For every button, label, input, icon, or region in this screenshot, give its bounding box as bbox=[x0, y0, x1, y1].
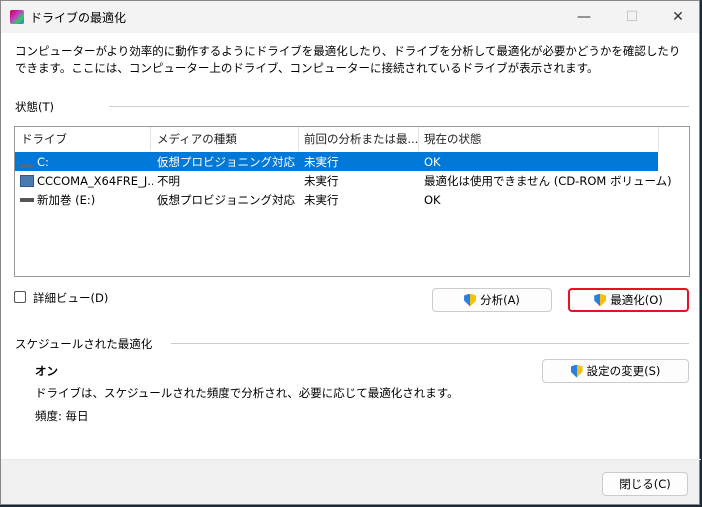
title-bar: ドライブの最適化 — ☐ ✕ bbox=[1, 1, 699, 33]
column-media[interactable]: メディアの種類 bbox=[157, 131, 237, 147]
schedule-state: オン bbox=[35, 364, 58, 378]
disk-drive-icon bbox=[20, 198, 34, 202]
close-button[interactable]: 閉じる(C) bbox=[602, 472, 688, 496]
drive-list[interactable]: ドライブ メディアの種類 前回の分析または最... 現在の状態 C: 仮想プロビ… bbox=[14, 126, 690, 277]
shield-icon bbox=[464, 293, 477, 307]
status-label: 状態(T) bbox=[15, 100, 54, 114]
system-drive-icon bbox=[20, 155, 34, 168]
list-header: ドライブ メディアの種類 前回の分析または最... 現在の状態 bbox=[15, 127, 689, 151]
maximize-button[interactable]: ☐ bbox=[609, 1, 655, 33]
column-last-run[interactable]: 前回の分析または最... bbox=[304, 131, 418, 147]
optimize-button[interactable]: 最適化(O) bbox=[568, 288, 689, 312]
footer bbox=[1, 460, 699, 504]
schedule-frequency: 頻度: 毎日 bbox=[35, 409, 89, 423]
detail-view-label: 詳細ビュー(D) bbox=[33, 291, 109, 305]
scheduled-heading: スケジュールされた最適化 bbox=[15, 337, 153, 351]
drive-row[interactable]: 新加巻 (E:) 仮想プロビジョニング対応ド... 未実行 OK bbox=[15, 190, 689, 209]
column-status[interactable]: 現在の状態 bbox=[424, 131, 482, 147]
divider bbox=[171, 343, 689, 344]
column-drive[interactable]: ドライブ bbox=[21, 131, 67, 147]
shield-icon bbox=[570, 364, 583, 378]
detail-view-checkbox[interactable] bbox=[14, 291, 26, 303]
minimize-button[interactable]: — bbox=[561, 1, 607, 33]
shield-icon bbox=[594, 293, 607, 307]
cd-drive-icon bbox=[20, 174, 34, 187]
analyze-button[interactable]: 分析(A) bbox=[432, 288, 552, 312]
description: コンピューターがより効率的に動作するようにドライブを最適化したり、ドライブを分析… bbox=[15, 44, 681, 75]
drive-row[interactable]: C: 仮想プロビジョニング対応ド... 未実行 OK bbox=[15, 152, 658, 171]
close-window-button[interactable]: ✕ bbox=[655, 1, 701, 33]
optimize-drives-window: ドライブの最適化 — ☐ ✕ コンピューターがより効率的に動作するようにドライブ… bbox=[0, 0, 701, 505]
drive-row[interactable]: CCCOMA_X64FRE_J... 不明 未実行 最適化は使用できません (C… bbox=[15, 171, 689, 190]
change-settings-button[interactable]: 設定の変更(S) bbox=[542, 359, 689, 383]
window-title: ドライブの最適化 bbox=[30, 10, 127, 25]
divider bbox=[109, 106, 689, 107]
schedule-description: ドライブは、スケジュールされた頻度で分析され、必要に応じて最適化されます。 bbox=[35, 386, 459, 400]
app-icon bbox=[10, 10, 24, 24]
